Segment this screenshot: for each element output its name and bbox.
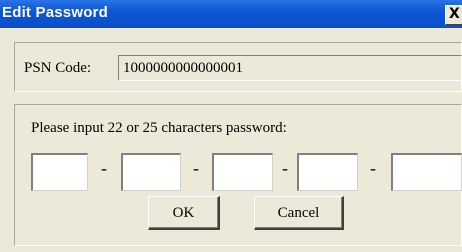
password-segment-1-input[interactable] xyxy=(31,153,88,191)
ok-button[interactable]: OK xyxy=(148,196,220,230)
close-icon: X xyxy=(449,6,460,22)
password-segment-5-input[interactable] xyxy=(391,153,462,191)
cancel-button[interactable]: Cancel xyxy=(254,196,344,230)
title-bar[interactable]: Edit Password X xyxy=(0,0,462,28)
password-prompt-label: Please input 22 or 25 characters passwor… xyxy=(31,120,287,136)
password-segment-4-input[interactable] xyxy=(297,153,358,191)
edit-password-dialog: Edit Password X PSN Code: 10000000000000… xyxy=(0,0,462,252)
cancel-button-bevel xyxy=(255,197,342,228)
segment-separator: - xyxy=(282,158,288,178)
password-segment-3-input[interactable] xyxy=(212,153,273,191)
close-button[interactable]: X xyxy=(445,5,462,25)
segment-separator: - xyxy=(193,158,199,178)
password-segment-2-input[interactable] xyxy=(121,153,181,191)
segment-separator: - xyxy=(101,158,107,178)
psn-code-label: PSN Code: xyxy=(24,60,92,76)
window-title: Edit Password xyxy=(2,4,108,21)
ok-button-bevel xyxy=(149,197,218,228)
psn-code-field: 1000000000000001 xyxy=(118,55,462,81)
segment-separator: - xyxy=(370,158,376,178)
